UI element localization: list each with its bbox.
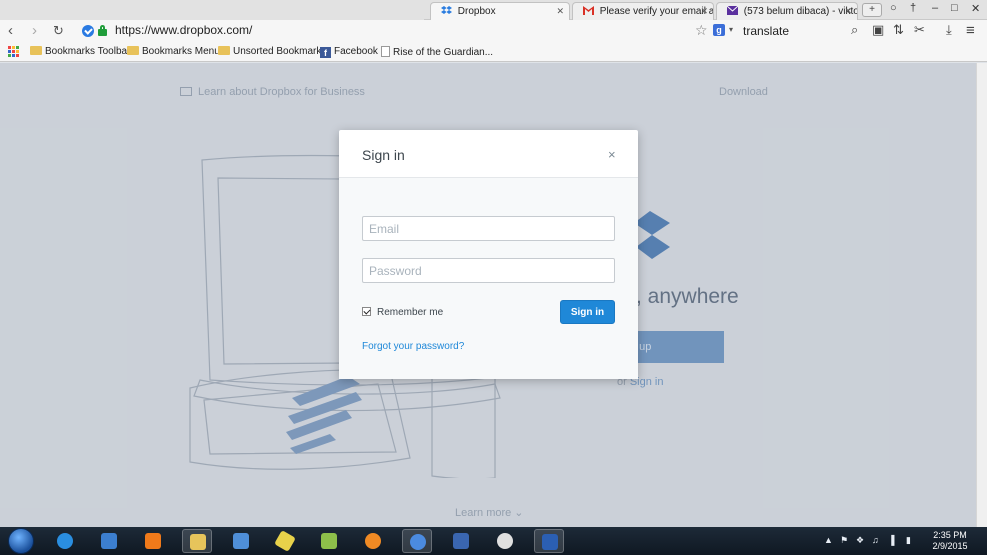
tab-yahoo-mail[interactable]: (573 belum dibaca) - vikto ✕ [716, 2, 858, 20]
download-icon[interactable]: ⤓ [946, 22, 952, 38]
sync-icon[interactable]: ⇅ [893, 22, 904, 38]
tab-gmail[interactable]: Please verify your email ad ✕ [572, 2, 714, 20]
lock-icon[interactable] [98, 25, 107, 36]
page-icon [381, 46, 390, 57]
taskbar: ▲ ⚑ ❖ ♫ ▐ ▮ 2:35 PM 2/9/2015 [0, 527, 987, 555]
close-icon[interactable]: ✕ [844, 6, 852, 17]
taskbar-app-7[interactable] [314, 529, 344, 553]
firefox-icon [365, 533, 381, 549]
clock-date: 2/9/2015 [932, 541, 968, 551]
new-tab-button[interactable]: + [862, 3, 882, 17]
password-field[interactable] [362, 258, 615, 283]
tray-expand-icon[interactable]: ▲ [824, 535, 833, 545]
taskbar-devcpp[interactable] [446, 529, 476, 553]
cut-icon[interactable]: ✂ [914, 22, 925, 38]
forgot-password-link[interactable]: Forgot your password? [362, 341, 464, 352]
url-field[interactable]: https://www.dropbox.com/ [115, 23, 252, 37]
search-icon[interactable]: ⌕ [851, 22, 858, 38]
taskbar-xampp[interactable] [138, 529, 168, 553]
email-field[interactable] [362, 216, 615, 241]
sign-in-button[interactable]: Sign in [560, 300, 615, 324]
dev-cpp-icon [453, 533, 469, 549]
start-button[interactable] [8, 528, 34, 554]
restore-icon[interactable]: □ [951, 2, 958, 14]
pin-icon[interactable]: † [910, 2, 916, 14]
tab-label: Dropbox [457, 6, 496, 17]
mail-icon [726, 5, 739, 15]
taskbar-app-6[interactable] [270, 529, 300, 553]
bookmarks-bar: Bookmarks Toolbar Bookmarks Menu Unsorte… [0, 43, 987, 62]
taskbar-ie[interactable] [50, 529, 80, 553]
taskbar-word[interactable] [534, 529, 564, 553]
tab-label: Please verify your email ad [599, 6, 714, 17]
taskbar-explorer[interactable] [182, 529, 212, 553]
menu-icon[interactable]: ≡ [966, 22, 975, 39]
folder-icon [190, 534, 206, 550]
remember-me-checkbox[interactable]: Remember me [362, 307, 443, 318]
taskbar-media-player[interactable] [94, 529, 124, 553]
chevron-down-icon[interactable]: ▾ [729, 25, 733, 34]
dropbox-icon [441, 6, 452, 15]
dialog-header: Sign in × [339, 130, 638, 178]
network-icon[interactable]: ▐ [888, 535, 894, 545]
folder-icon [218, 46, 230, 55]
forward-icon[interactable]: › [32, 22, 37, 40]
close-icon[interactable]: ✕ [700, 6, 708, 17]
action-center-flag-icon[interactable]: ⚑ [840, 535, 848, 546]
close-icon[interactable]: ✕ [556, 6, 564, 17]
word-icon [542, 534, 558, 550]
system-clock[interactable]: 2:35 PM 2/9/2015 [925, 530, 975, 552]
tab-strip-empty [0, 0, 424, 20]
speech-bubble-icon[interactable]: ○ [890, 2, 897, 14]
gmail-icon [583, 6, 594, 15]
verified-icon[interactable] [82, 25, 94, 37]
checkbox-checked-icon[interactable] [362, 307, 371, 316]
taskbar-paint[interactable] [490, 529, 520, 553]
screen: Dropbox ✕ Please verify your email ad ✕ … [0, 0, 987, 555]
folder-icon [127, 46, 139, 55]
pencil-icon [274, 530, 296, 552]
browser-icon [410, 534, 426, 550]
tab-strip: Dropbox ✕ Please verify your email ad ✕ … [0, 0, 987, 20]
close-window-icon[interactable]: ✕ [971, 2, 980, 15]
internet-explorer-icon [57, 533, 73, 549]
facebook-icon: f [320, 47, 331, 58]
apps-grid-icon[interactable] [8, 46, 20, 58]
sign-in-dialog: Sign in × Remember me Sign in Forgot you… [339, 130, 638, 379]
bookmark-facebook[interactable]: f Facebook [320, 46, 378, 58]
google-icon[interactable]: g [713, 24, 725, 36]
minimize-icon[interactable]: – [932, 2, 938, 14]
search-input[interactable]: translate [743, 24, 789, 38]
tab-dropbox[interactable]: Dropbox ✕ [430, 2, 570, 20]
extension-icon[interactable]: ▣ [872, 22, 884, 38]
reload-icon[interactable]: ↻ [53, 22, 64, 40]
taskbar-chrome[interactable] [402, 529, 432, 553]
clock-time: 2:35 PM [933, 530, 967, 540]
battery-icon[interactable]: ▮ [906, 535, 911, 546]
bookmark-unsorted[interactable]: Unsorted Bookmarks [218, 46, 326, 57]
taskbar-virtualbox[interactable] [226, 529, 256, 553]
paint-icon [497, 533, 513, 549]
media-player-icon [101, 533, 117, 549]
bookmark-rise-of-the-guardians[interactable]: Rise of the Guardian... [381, 46, 493, 58]
dropbox-tray-icon[interactable]: ❖ [856, 535, 864, 546]
folder-icon [30, 46, 42, 55]
bookmark-star-icon[interactable]: ☆ [695, 22, 708, 39]
taskbar-firefox[interactable] [358, 529, 388, 553]
xampp-icon [145, 533, 161, 549]
bookmark-bookmarks-toolbar[interactable]: Bookmarks Toolbar [30, 46, 130, 57]
note-icon [321, 533, 337, 549]
close-icon[interactable]: × [608, 147, 616, 162]
bookmark-bookmarks-menu[interactable]: Bookmarks Menu [127, 46, 220, 57]
navigation-bar: ‹ › ↻ https://www.dropbox.com/ ☆ g ▾ tra… [0, 20, 987, 43]
tab-label: (573 belum dibaca) - vikto [743, 6, 858, 17]
page-scrollbar[interactable] [976, 63, 987, 527]
volume-icon[interactable]: ♫ [872, 535, 879, 545]
back-icon[interactable]: ‹ [8, 22, 13, 40]
cube-icon [233, 533, 249, 549]
dialog-title: Sign in [362, 147, 405, 163]
